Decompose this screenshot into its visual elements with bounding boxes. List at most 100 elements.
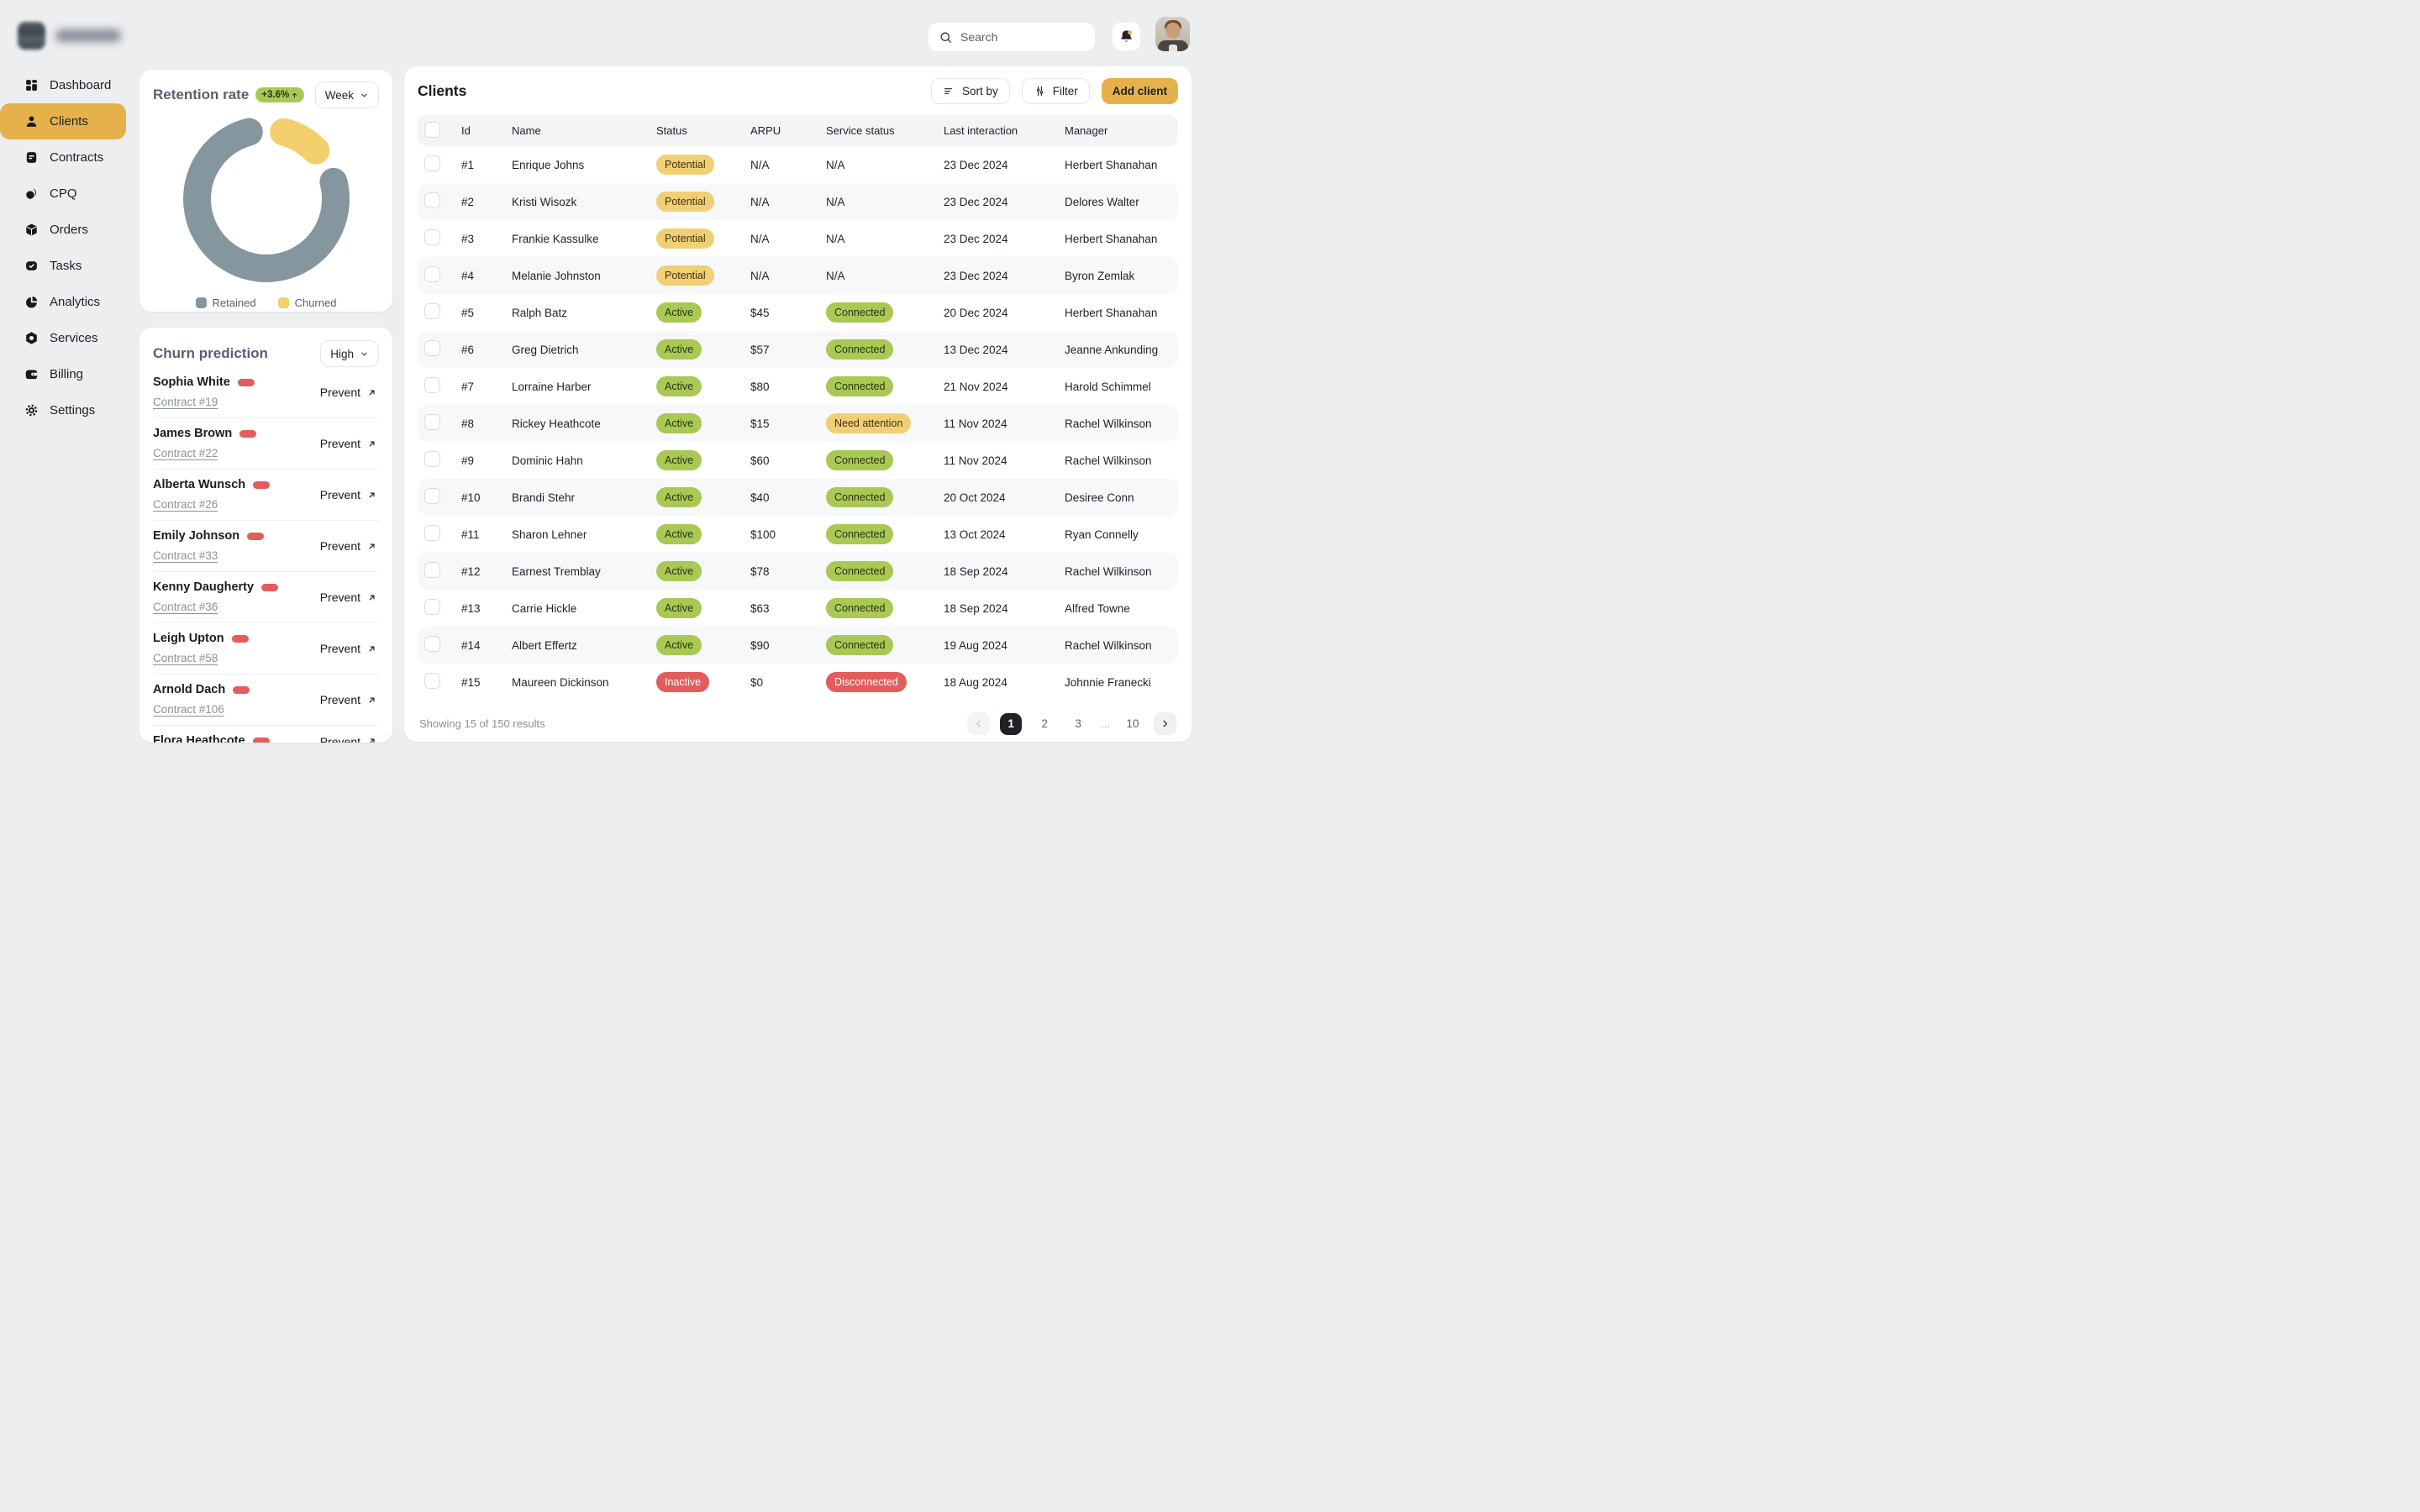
cell-name: Maureen Dickinson (507, 676, 651, 689)
status-badge: Potential (656, 228, 714, 249)
select-all-checkbox[interactable] (424, 122, 440, 138)
prevent-link[interactable]: Prevent (320, 591, 377, 604)
cell-last-interaction: 20 Dec 2024 (939, 307, 1060, 319)
clients-card: Clients Sort by Filter Add client IdName… (404, 66, 1192, 742)
cell-manager: Johnnie Franecki (1060, 676, 1178, 689)
column-header-name: Name (507, 124, 651, 137)
cell-arpu: $57 (745, 344, 821, 356)
row-checkbox[interactable] (424, 673, 440, 689)
pagination-page-1[interactable]: 1 (1000, 713, 1022, 735)
row-checkbox[interactable] (424, 303, 440, 319)
period-select[interactable]: Week (315, 81, 379, 108)
table-row: #9Dominic HahnActive$60Connected11 Nov 2… (418, 442, 1178, 479)
sidebar-item-dashboard[interactable]: Dashboard (0, 67, 126, 103)
cell-manager: Desiree Conn (1060, 491, 1178, 504)
add-client-button[interactable]: Add client (1102, 78, 1178, 104)
row-checkbox[interactable] (424, 340, 440, 356)
contract-link[interactable]: Contract #33 (153, 549, 218, 563)
cell-last-interaction: 13 Dec 2024 (939, 344, 1060, 356)
row-checkbox[interactable] (424, 266, 440, 282)
row-checkbox[interactable] (424, 562, 440, 578)
prevent-label: Prevent (320, 591, 360, 604)
row-checkbox[interactable] (424, 525, 440, 541)
contract-link[interactable]: Contract #106 (153, 702, 224, 717)
cell-service-status: N/A (826, 270, 845, 282)
arrow-up-right-icon (366, 438, 377, 449)
cell-manager: Ryan Connelly (1060, 528, 1178, 541)
table-row: #7Lorraine HarberActive$80Connected21 No… (418, 368, 1178, 405)
churn-client-name: Flora Heathcote (153, 733, 245, 743)
contract-link[interactable]: Contract #26 (153, 497, 218, 512)
churn-card: Churn prediction High Sophia WhiteContra… (139, 328, 392, 743)
row-checkbox[interactable] (424, 377, 440, 393)
cell-arpu: $78 (745, 565, 821, 578)
contract-link[interactable]: Contract #58 (153, 651, 218, 665)
cell-arpu: $63 (745, 602, 821, 615)
cell-arpu: $40 (745, 491, 821, 504)
cell-name: Albert Effertz (507, 639, 651, 652)
cell-last-interaction: 18 Aug 2024 (939, 676, 1060, 689)
cell-arpu: $80 (745, 381, 821, 393)
cell-last-interaction: 19 Aug 2024 (939, 639, 1060, 652)
contract-link[interactable]: Contract #19 (153, 395, 218, 409)
filter-button[interactable]: Filter (1022, 78, 1090, 104)
cell-name: Greg Dietrich (507, 344, 651, 356)
notifications-button[interactable] (1113, 23, 1140, 50)
churn-client-name: Alberta Wunsch (153, 477, 245, 493)
sidebar-item-contracts[interactable]: Contracts (0, 139, 126, 176)
risk-level-select[interactable]: High (320, 340, 379, 367)
contract-link[interactable]: Contract #22 (153, 446, 218, 460)
prevent-link[interactable]: Prevent (320, 642, 377, 655)
sidebar-item-tasks[interactable]: Tasks (0, 248, 126, 284)
pagination-next-button[interactable] (1154, 712, 1176, 735)
period-value: Week (325, 89, 354, 102)
contract-link[interactable]: Contract #36 (153, 600, 218, 614)
row-checkbox[interactable] (424, 229, 440, 245)
churn-client-name: Emily Johnson (153, 528, 239, 544)
churn-risk-indicator (253, 481, 270, 489)
row-checkbox[interactable] (424, 636, 440, 652)
sidebar-item-services[interactable]: Services (0, 320, 126, 356)
pagination-page-3[interactable]: 3 (1067, 713, 1089, 735)
cell-arpu: N/A (745, 196, 821, 208)
row-checkbox[interactable] (424, 451, 440, 467)
row-checkbox[interactable] (424, 488, 440, 504)
cell-manager: Herbert Shanahan (1060, 233, 1178, 245)
pagination-prev-button[interactable] (967, 712, 990, 735)
row-checkbox[interactable] (424, 414, 440, 430)
table-row: #1Enrique JohnsPotentialN/AN/A23 Dec 202… (418, 146, 1178, 183)
coins-icon (24, 186, 39, 201)
search-input[interactable]: Search (929, 23, 1095, 51)
sidebar-item-clients[interactable]: Clients (0, 103, 126, 139)
arrow-up-right-icon (366, 490, 377, 501)
sidebar-item-billing[interactable]: Billing (0, 356, 126, 392)
prevent-link[interactable]: Prevent (320, 488, 377, 501)
row-checkbox[interactable] (424, 599, 440, 615)
prevent-link[interactable]: Prevent (320, 386, 377, 399)
pagination-page-10[interactable]: 10 (1122, 713, 1144, 735)
status-badge: Inactive (656, 672, 709, 692)
row-checkbox[interactable] (424, 192, 440, 208)
prevent-link[interactable]: Prevent (320, 539, 377, 553)
cell-id: #5 (456, 307, 507, 319)
sidebar-item-orders[interactable]: Orders (0, 212, 126, 248)
sort-by-button[interactable]: Sort by (931, 78, 1010, 104)
prevent-link[interactable]: Prevent (320, 437, 377, 450)
cell-name: Frankie Kassulke (507, 233, 651, 245)
cell-last-interaction: 23 Dec 2024 (939, 270, 1060, 282)
cell-arpu: $45 (745, 307, 821, 319)
pagination-page-2[interactable]: 2 (1034, 713, 1055, 735)
cell-name: Dominic Hahn (507, 454, 651, 467)
sidebar-item-label: Billing (50, 367, 83, 381)
cell-name: Sharon Lehner (507, 528, 651, 541)
prevent-label: Prevent (320, 488, 360, 501)
grid-icon (24, 78, 39, 92)
prevent-link[interactable]: Prevent (320, 735, 377, 743)
prevent-link[interactable]: Prevent (320, 693, 377, 706)
avatar[interactable] (1155, 17, 1190, 51)
sidebar-item-analytics[interactable]: Analytics (0, 284, 126, 320)
sidebar-item-settings[interactable]: Settings (0, 392, 126, 428)
donut-churned-segment (283, 132, 315, 150)
sidebar-item-cpq[interactable]: CPQ (0, 176, 126, 212)
row-checkbox[interactable] (424, 155, 440, 171)
